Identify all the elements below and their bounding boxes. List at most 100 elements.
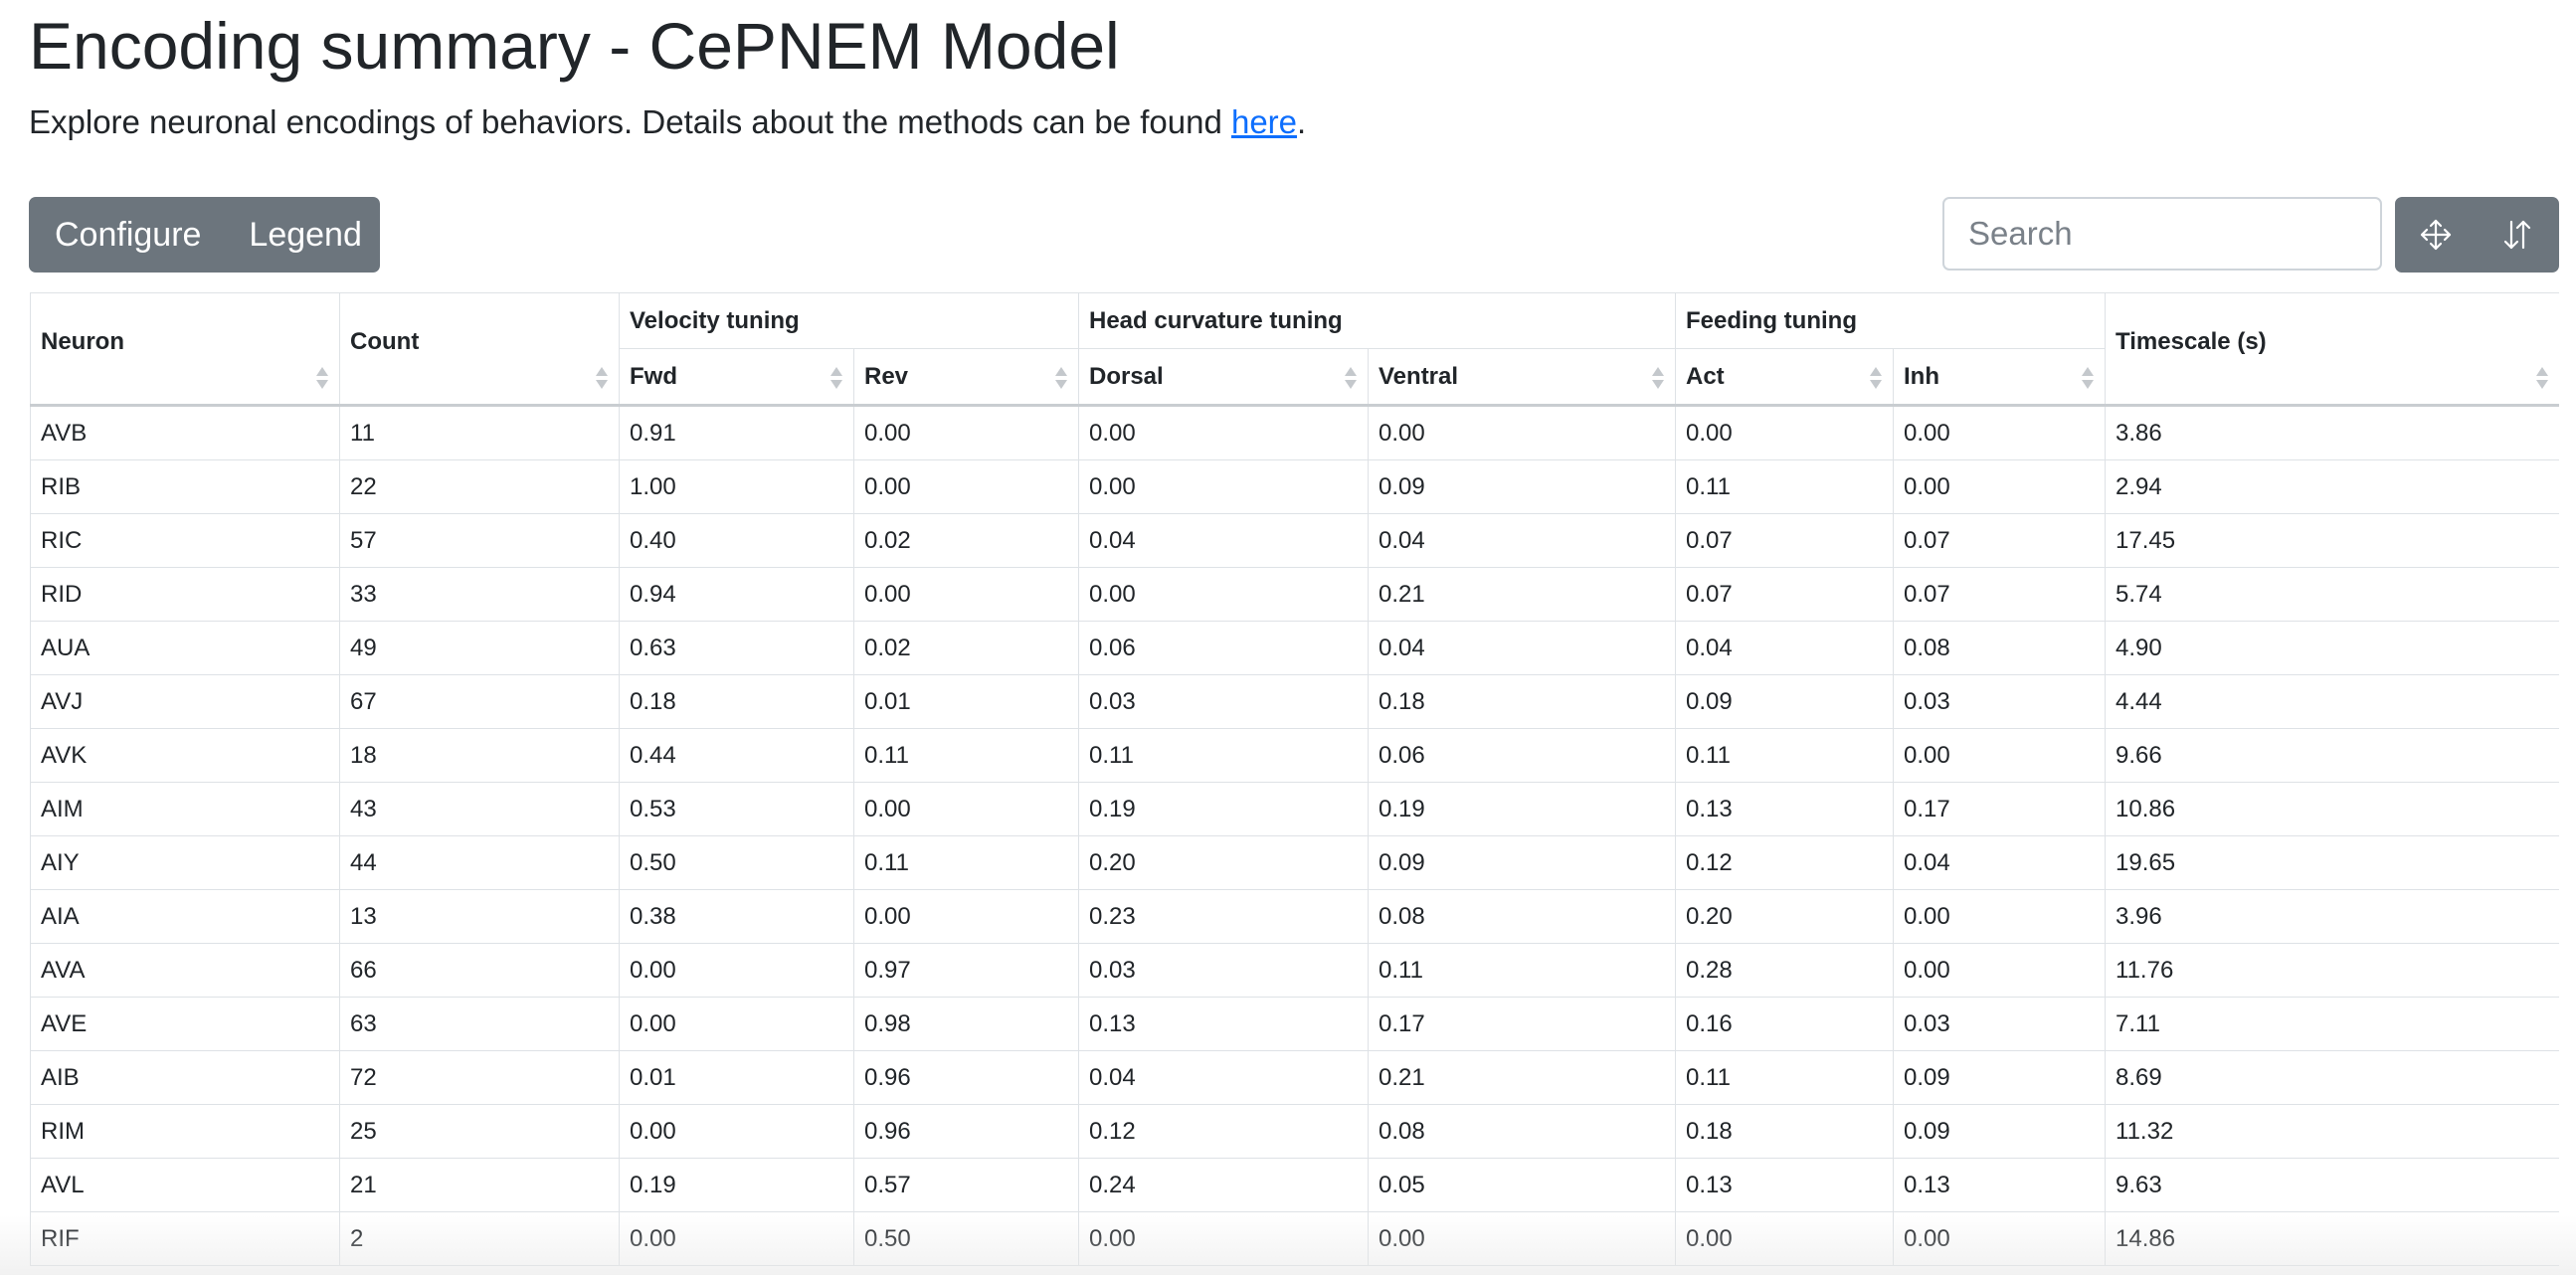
column-header-inh[interactable]: Inh — [1892, 348, 2107, 406]
cell-ventral: 0.00 — [1368, 405, 1676, 460]
cell-dorsal: 0.11 — [1078, 728, 1369, 783]
column-header-neuron[interactable]: Neuron — [30, 292, 340, 406]
column-header-dorsal[interactable]: Dorsal — [1078, 348, 1369, 406]
table-row[interactable]: RID 33 0.94 0.00 0.00 0.21 0.07 0.07 5.74 — [30, 567, 2559, 622]
cell-neuron: AUA — [30, 621, 340, 675]
cell-rev: 0.97 — [853, 943, 1079, 998]
cell-dorsal: 0.03 — [1078, 943, 1369, 998]
cell-timescale: 4.90 — [2105, 621, 2559, 675]
cell-fwd: 0.00 — [619, 997, 854, 1051]
column-header-rev[interactable]: Rev — [853, 348, 1079, 406]
cell-dorsal: 0.24 — [1078, 1158, 1369, 1212]
cell-rev: 0.00 — [853, 567, 1079, 622]
table-row[interactable]: AIY 44 0.50 0.11 0.20 0.09 0.12 0.04 19.65 — [30, 835, 2559, 890]
cell-inh: 0.00 — [1892, 405, 2107, 460]
column-header-count[interactable]: Count — [339, 292, 620, 406]
table-row[interactable]: RIB 22 1.00 0.00 0.00 0.09 0.11 0.00 2.94 — [30, 459, 2559, 514]
table-row[interactable]: RIM 25 0.00 0.96 0.12 0.08 0.18 0.09 11.32 — [30, 1104, 2559, 1159]
description-text: Explore neuronal encodings of behaviors.… — [29, 103, 1231, 140]
cell-act: 0.13 — [1675, 1158, 1894, 1212]
group-header-feeding: Feeding tuning — [1674, 292, 2107, 349]
table-row[interactable]: AVL 21 0.19 0.57 0.24 0.05 0.13 0.13 9.63 — [30, 1158, 2559, 1212]
cell-ventral: 0.04 — [1368, 621, 1676, 675]
sort-arrows-icon — [2500, 218, 2534, 252]
cell-act: 0.13 — [1675, 782, 1894, 836]
cell-act: 0.09 — [1675, 674, 1894, 729]
table-row[interactable]: AVA 66 0.00 0.97 0.03 0.11 0.28 0.00 11.76 — [30, 943, 2559, 998]
cell-fwd: 0.63 — [619, 621, 854, 675]
cell-inh: 0.08 — [1892, 621, 2107, 675]
cell-inh: 0.03 — [1892, 997, 2107, 1051]
table-row[interactable]: AIA 13 0.38 0.00 0.23 0.08 0.20 0.00 3.96 — [30, 889, 2559, 944]
cell-dorsal: 0.12 — [1078, 1104, 1369, 1159]
cell-timescale: 5.74 — [2105, 567, 2559, 622]
cell-count: 22 — [339, 459, 620, 514]
page: Encoding summary - CePNEM Model Explore … — [0, 0, 2576, 1275]
cell-rev: 0.57 — [853, 1158, 1079, 1212]
cell-rev: 0.00 — [853, 889, 1079, 944]
cell-timescale: 11.32 — [2105, 1104, 2559, 1159]
group-header-velocity: Velocity tuning — [619, 292, 1079, 349]
cell-timescale: 9.63 — [2105, 1158, 2559, 1212]
cell-neuron: RID — [30, 567, 340, 622]
column-header-ventral[interactable]: Ventral — [1368, 348, 1676, 406]
cell-neuron: AVL — [30, 1158, 340, 1212]
sort-indicator-icon — [316, 367, 328, 389]
table-row[interactable]: AIM 43 0.53 0.00 0.19 0.19 0.13 0.17 10.86 — [30, 782, 2559, 836]
view-controls-button-group — [2395, 197, 2559, 273]
sort-button[interactable] — [2477, 197, 2558, 273]
table-row[interactable]: AVB 11 0.91 0.00 0.00 0.00 0.00 0.00 3.86 — [30, 405, 2559, 460]
cell-dorsal: 0.06 — [1078, 621, 1369, 675]
move-button[interactable] — [2395, 197, 2477, 273]
cell-ventral: 0.00 — [1368, 1211, 1676, 1266]
cell-rev: 0.96 — [853, 1050, 1079, 1105]
table-row[interactable]: AVK 18 0.44 0.11 0.11 0.06 0.11 0.00 9.66 — [30, 728, 2559, 783]
cell-timescale: 3.96 — [2105, 889, 2559, 944]
cell-count: 33 — [339, 567, 620, 622]
cell-ventral: 0.17 — [1368, 997, 1676, 1051]
cell-act: 0.16 — [1675, 997, 1894, 1051]
cell-rev: 0.98 — [853, 997, 1079, 1051]
search-input[interactable] — [1942, 197, 2382, 271]
table-row[interactable]: AVJ 67 0.18 0.01 0.03 0.18 0.09 0.03 4.44 — [30, 674, 2559, 729]
cell-timescale: 3.86 — [2105, 405, 2559, 460]
cell-inh: 0.13 — [1892, 1158, 2107, 1212]
cell-timescale: 8.69 — [2105, 1050, 2559, 1105]
cell-count: 72 — [339, 1050, 620, 1105]
table-controls-button-group: Configure Legend — [29, 197, 380, 273]
cell-neuron: AVB — [30, 405, 340, 460]
cell-fwd: 0.01 — [619, 1050, 854, 1105]
sort-indicator-icon — [2536, 367, 2549, 389]
column-header-fwd[interactable]: Fwd — [619, 348, 854, 406]
cell-fwd: 0.00 — [619, 1104, 854, 1159]
cell-timescale: 14.86 — [2105, 1211, 2559, 1266]
cell-count: 67 — [339, 674, 620, 729]
table-row[interactable]: AIB 72 0.01 0.96 0.04 0.21 0.11 0.09 8.69 — [30, 1050, 2559, 1105]
cell-dorsal: 0.03 — [1078, 674, 1369, 729]
cell-count: 2 — [339, 1211, 620, 1266]
cell-inh: 0.04 — [1892, 835, 2107, 890]
configure-button[interactable]: Configure — [29, 197, 225, 273]
move-icon — [2419, 218, 2453, 252]
column-header-timescale[interactable]: Timescale (s) — [2105, 292, 2559, 406]
cell-ventral: 0.09 — [1368, 459, 1676, 514]
cell-neuron: RIC — [30, 513, 340, 568]
cell-inh: 0.03 — [1892, 674, 2107, 729]
column-header-act[interactable]: Act — [1675, 348, 1894, 406]
cell-inh: 0.00 — [1892, 889, 2107, 944]
cell-rev: 0.96 — [853, 1104, 1079, 1159]
cell-count: 21 — [339, 1158, 620, 1212]
cell-act: 0.00 — [1675, 405, 1894, 460]
cell-neuron: AIB — [30, 1050, 340, 1105]
table-row[interactable]: AUA 49 0.63 0.02 0.06 0.04 0.04 0.08 4.90 — [30, 621, 2559, 675]
table-row[interactable]: AVE 63 0.00 0.98 0.13 0.17 0.16 0.03 7.11 — [30, 997, 2559, 1051]
cell-neuron: AVK — [30, 728, 340, 783]
methods-link[interactable]: here — [1231, 103, 1297, 140]
table-row[interactable]: RIC 57 0.40 0.02 0.04 0.04 0.07 0.07 17.45 — [30, 513, 2559, 568]
cell-neuron: RIF — [30, 1211, 340, 1266]
legend-button[interactable]: Legend — [225, 197, 387, 273]
cell-rev: 0.02 — [853, 621, 1079, 675]
table-row[interactable]: RIF 2 0.00 0.50 0.00 0.00 0.00 0.00 14.86 — [30, 1211, 2559, 1266]
cell-fwd: 0.91 — [619, 405, 854, 460]
sort-indicator-icon — [1055, 367, 1067, 389]
